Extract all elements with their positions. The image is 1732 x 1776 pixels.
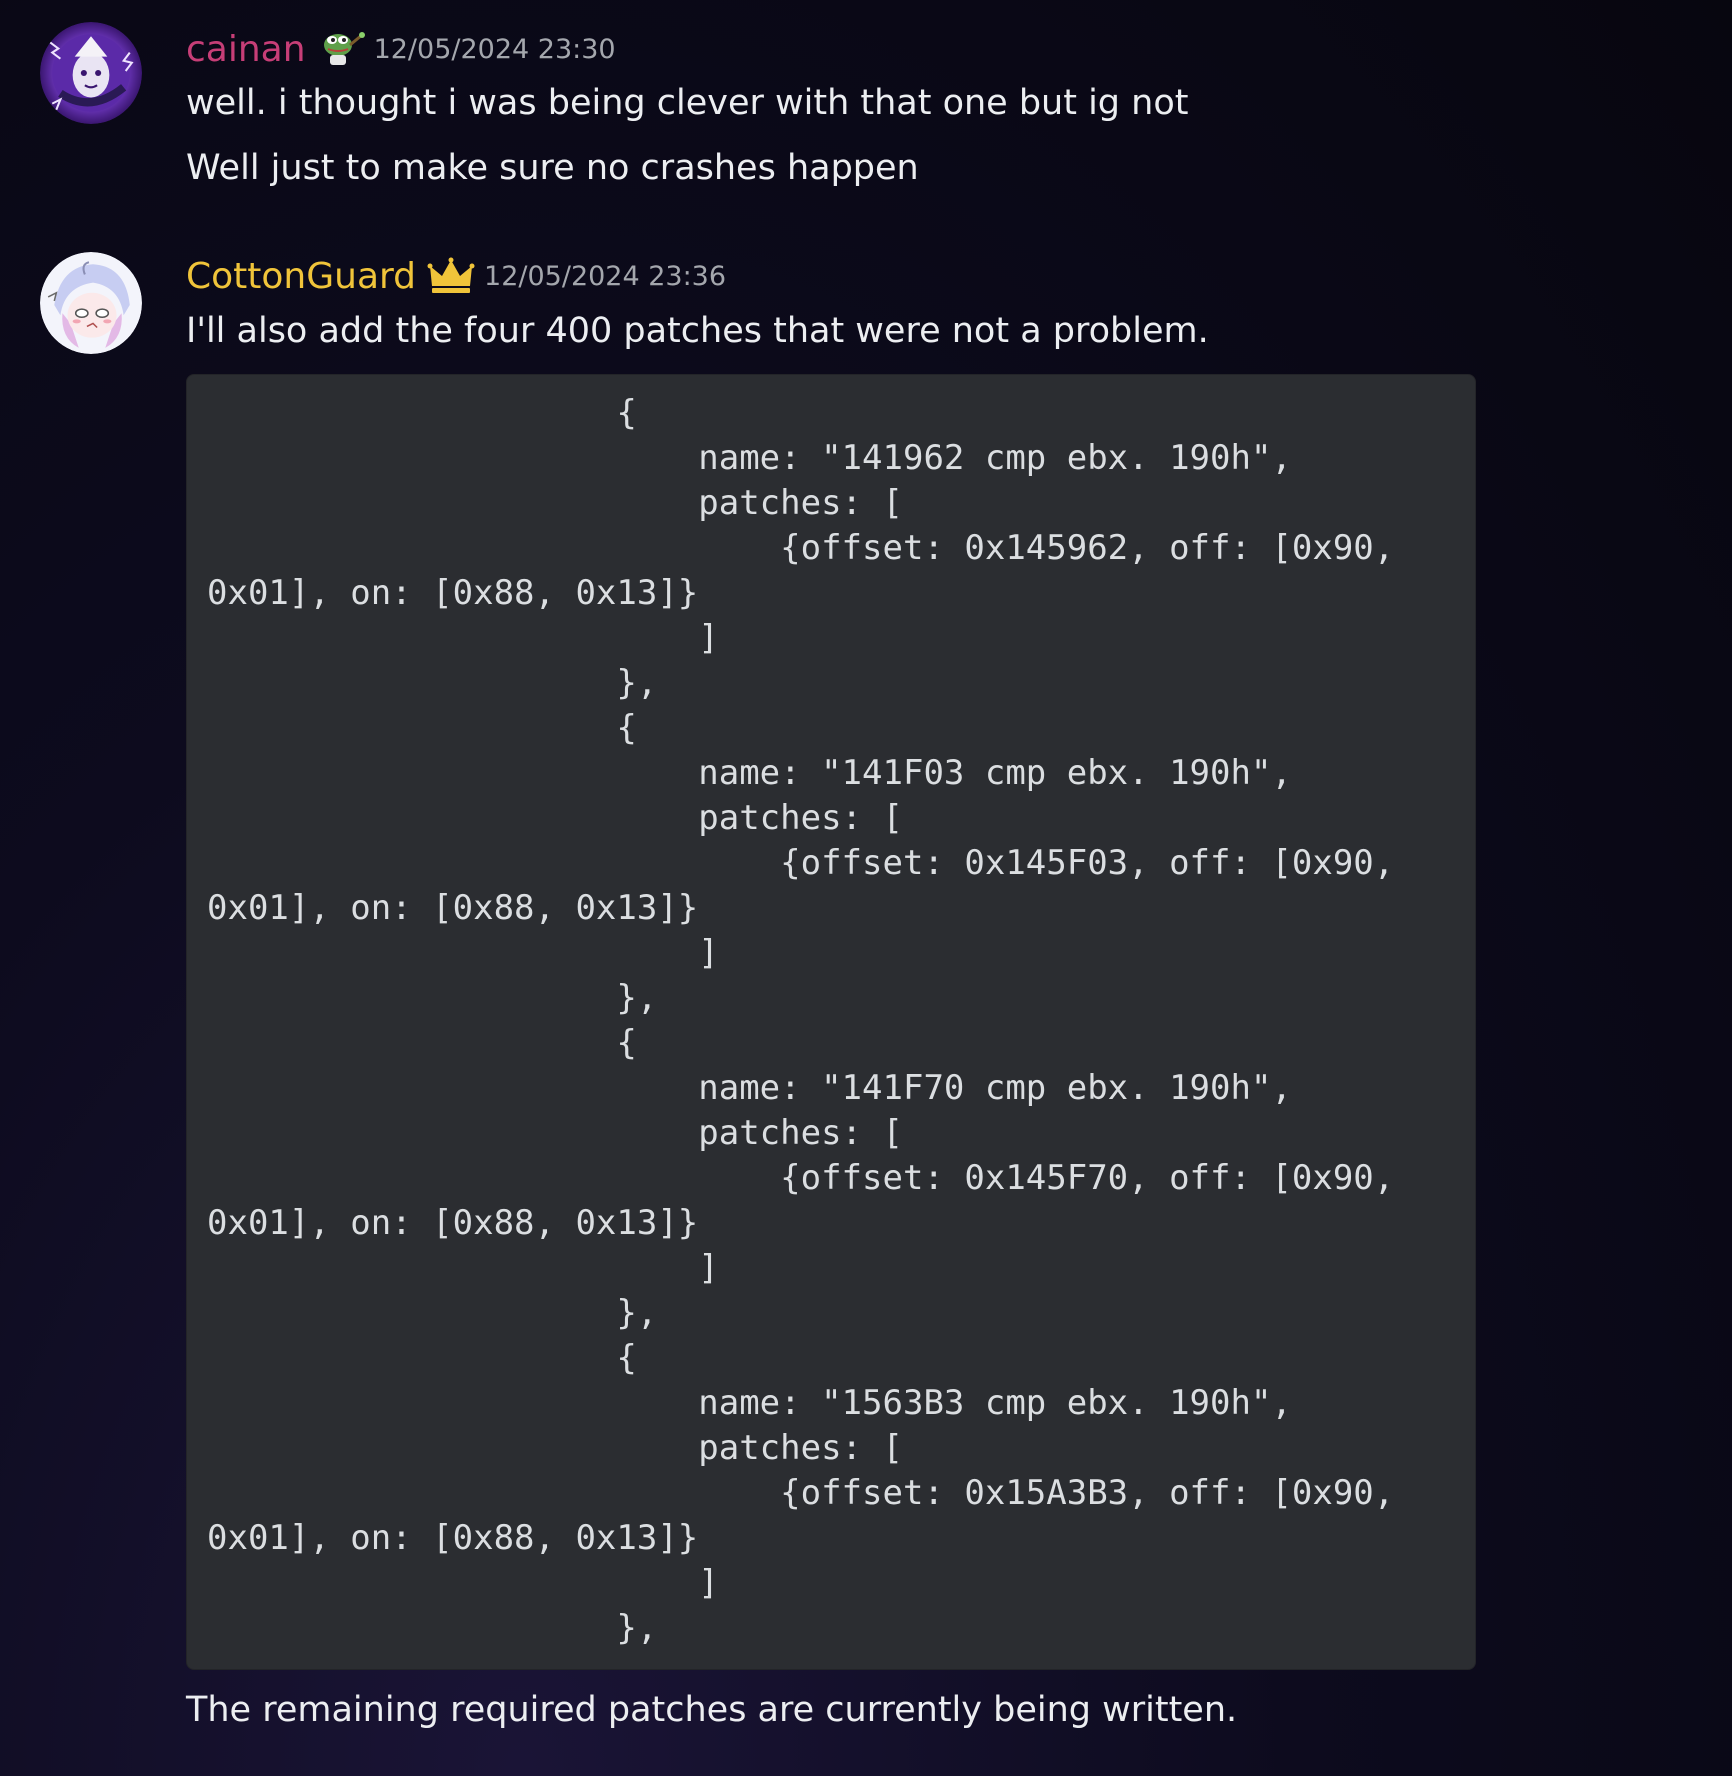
code-content: { name: "141962 cmp ebx. 190h", patches:…: [207, 393, 1395, 1648]
avatar-cainan-icon: [40, 22, 142, 124]
chat-log: cainan 12/05/2024 23:30 well. i thought …: [0, 0, 1732, 1776]
timestamp: 12/05/2024 23:36: [484, 260, 727, 292]
message-text: The remaining required patches are curre…: [186, 1690, 1238, 1730]
timestamp: 12/05/2024 23:30: [373, 33, 616, 65]
avatar[interactable]: [40, 252, 142, 354]
message-header: CottonGuard 12/05/2024 23:36: [186, 254, 726, 298]
message-header: cainan 12/05/2024 23:30: [186, 27, 616, 71]
crown-icon: [426, 254, 476, 298]
message-text: Well just to make sure no crashes happen: [186, 148, 919, 188]
message-text: well. i thought i was being clever with …: [186, 83, 1189, 123]
avatar[interactable]: [40, 22, 142, 124]
username[interactable]: CottonGuard: [186, 256, 416, 297]
avatar-cottonguard-icon: [40, 252, 142, 354]
code-block[interactable]: { name: "141962 cmp ebx. 190h", patches:…: [186, 374, 1476, 1670]
pepe-emoji-icon: [316, 27, 366, 71]
username[interactable]: cainan: [186, 29, 306, 70]
message-text: I'll also add the four 400 patches that …: [186, 311, 1209, 351]
